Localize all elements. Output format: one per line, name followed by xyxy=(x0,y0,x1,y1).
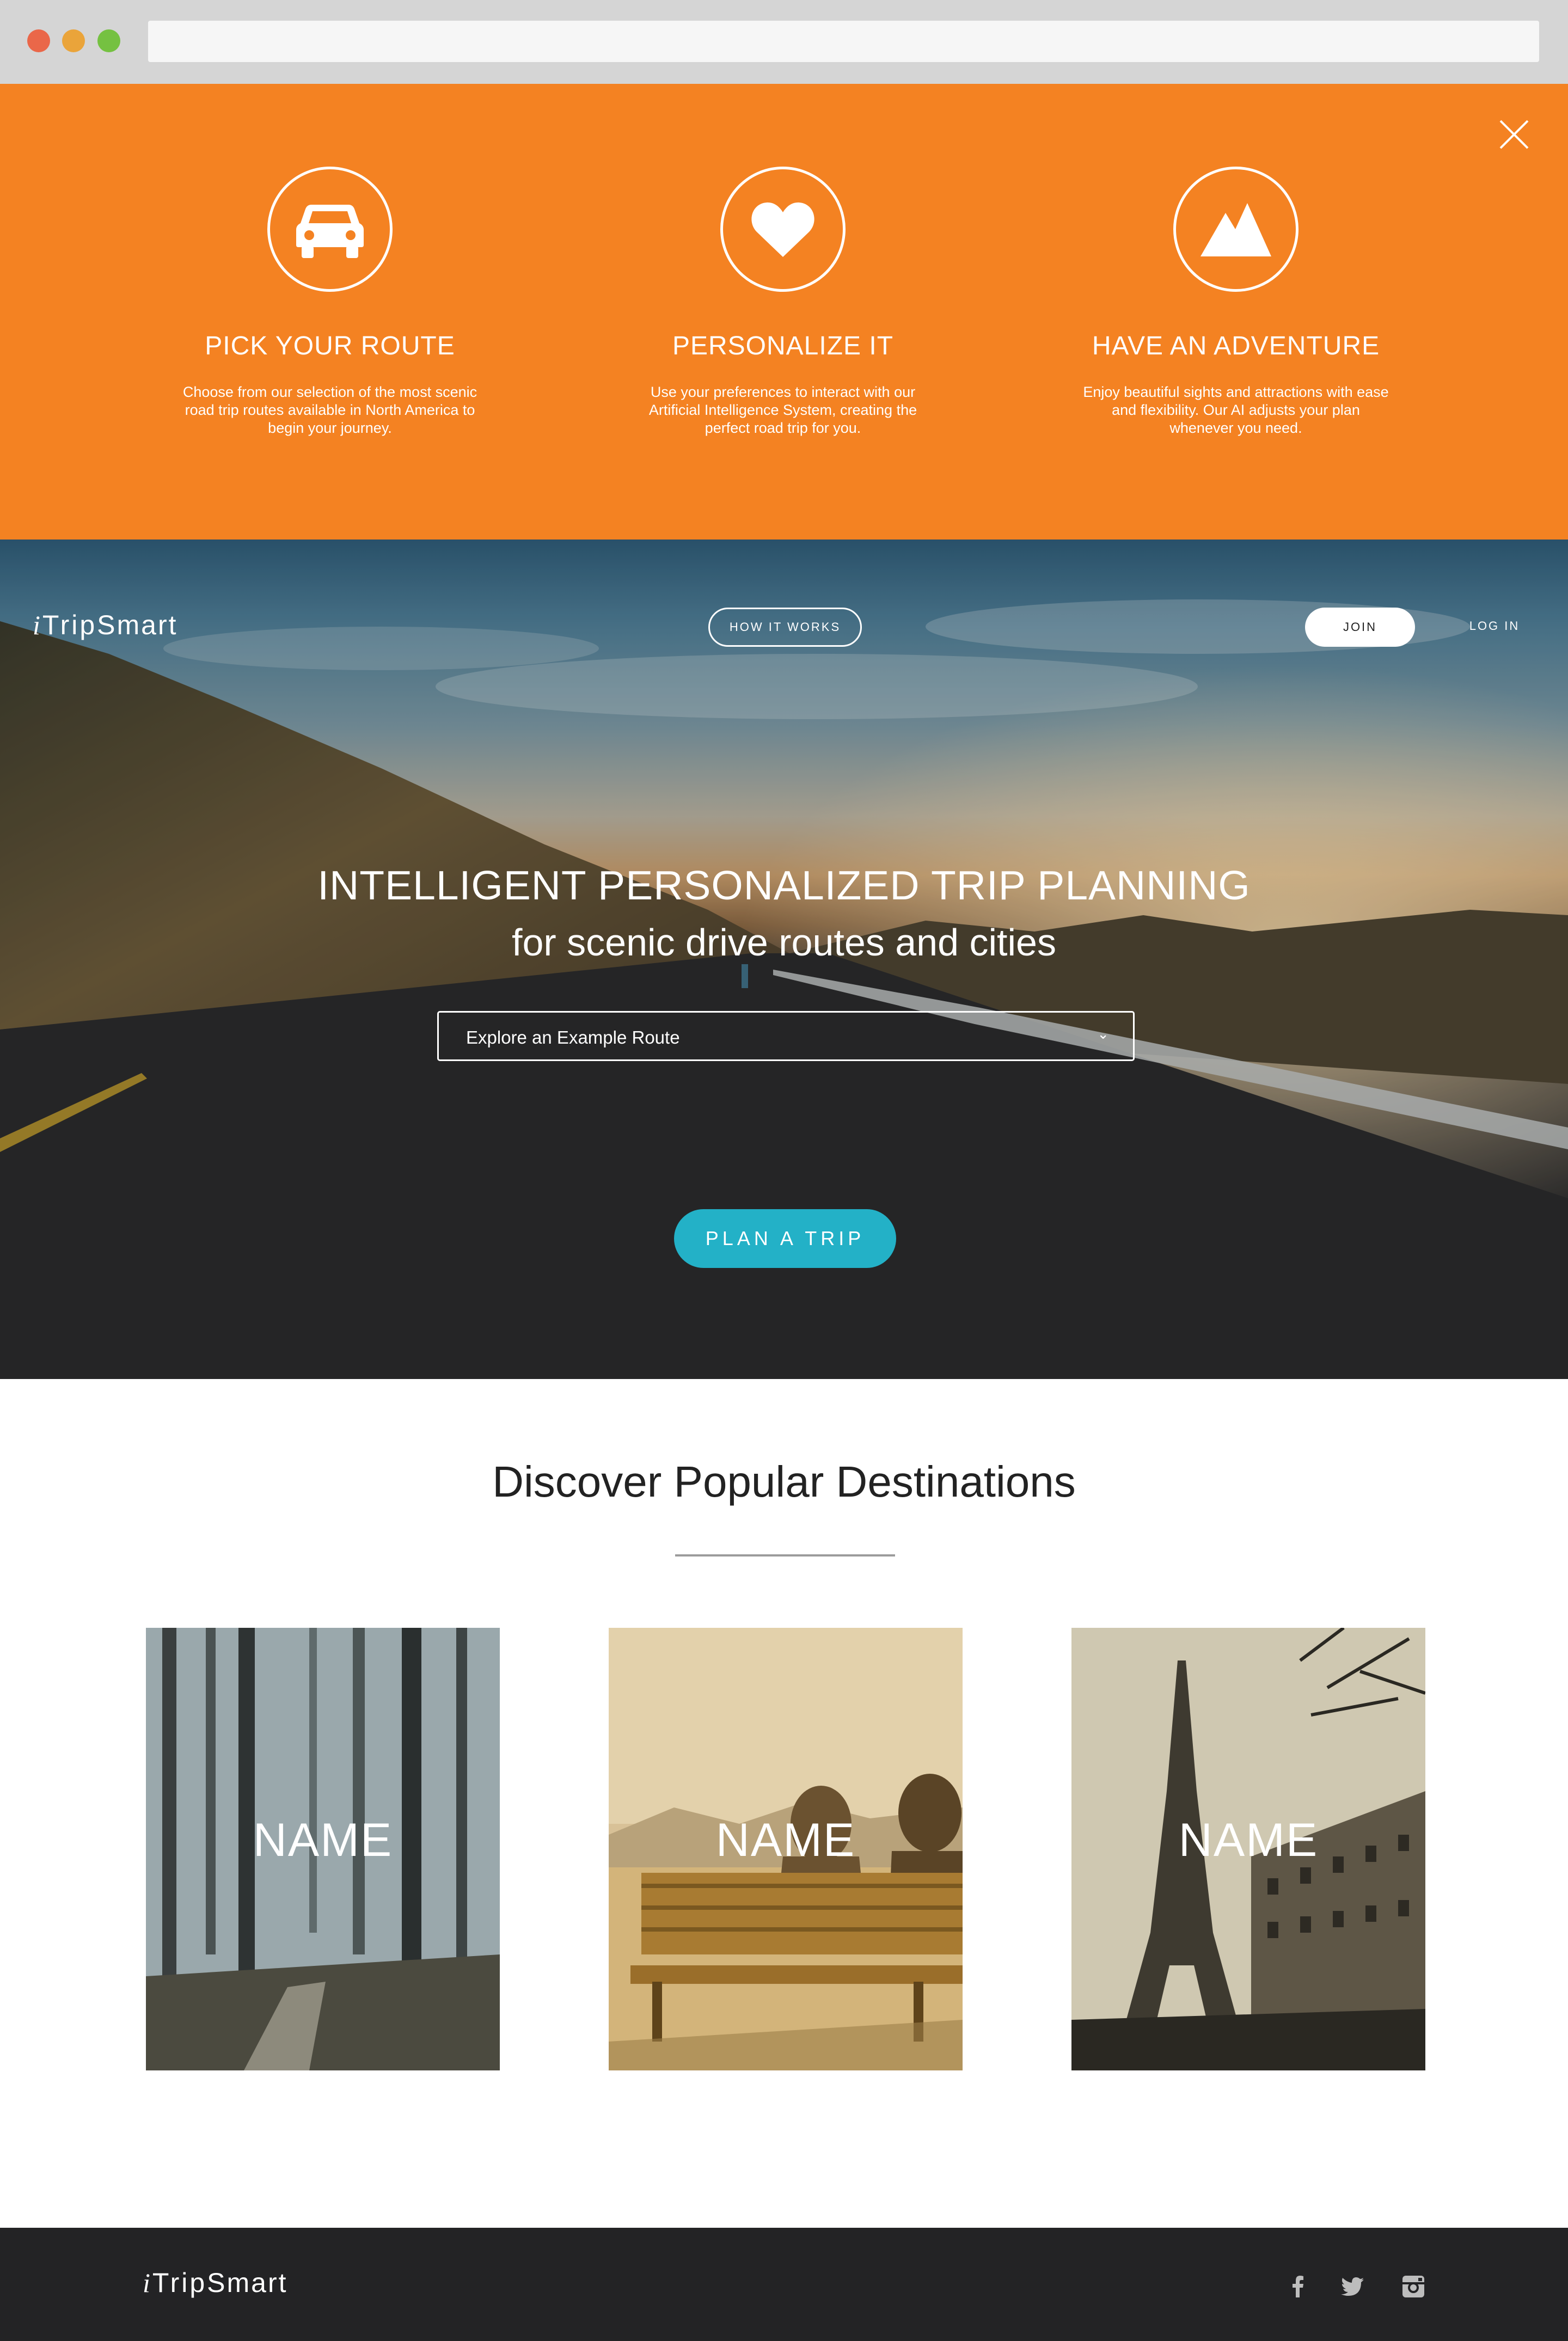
site-footer: iTripSmart xyxy=(0,2228,1568,2341)
how-it-works-button[interactable]: HOW IT WORKS xyxy=(708,608,862,647)
route-select-placeholder: Explore an Example Route xyxy=(466,1027,680,1047)
plan-a-trip-button[interactable]: PLAN A TRIP xyxy=(674,1209,896,1268)
heart-icon xyxy=(720,167,846,292)
facebook-icon[interactable] xyxy=(1282,2270,1314,2303)
feature-personalize: PERSONALIZE IT Use your preferences to i… xyxy=(609,167,957,437)
site-logo[interactable]: iTripSmart xyxy=(33,609,178,641)
feature-pick-route: PICK YOUR ROUTE Choose from our selectio… xyxy=(156,167,504,437)
destination-card[interactable]: NAME xyxy=(609,1628,963,2070)
feature-adventure: HAVE AN ADVENTURE Enjoy beautiful sights… xyxy=(1062,167,1410,437)
destination-name: NAME xyxy=(1178,1814,1319,1866)
destination-name: NAME xyxy=(715,1814,856,1866)
destinations-title: Discover Popular Destinations xyxy=(492,1457,1076,1506)
log-in-link[interactable]: LOG IN xyxy=(1454,619,1535,636)
hero-subtitle: for scenic drive routes and cities xyxy=(512,921,1056,964)
mountain-icon xyxy=(1173,167,1298,292)
hero-section: iTripSmart HOW IT WORKS JOIN LOG IN INTE… xyxy=(0,540,1568,1379)
example-route-select[interactable]: Explore an Example Route ⌄ xyxy=(437,1011,1135,1061)
destination-card[interactable]: NAME xyxy=(146,1628,500,2070)
join-button[interactable]: JOIN xyxy=(1305,608,1415,647)
feature-title: HAVE AN ADVENTURE xyxy=(1092,332,1380,360)
close-icon[interactable] xyxy=(1497,118,1531,151)
chevron-down-icon: ⌄ xyxy=(1097,1026,1109,1042)
hero-title: INTELLIGENT PERSONALIZED TRIP PLANNING xyxy=(317,862,1251,908)
maximize-window-button[interactable] xyxy=(97,29,120,52)
how-it-works-panel: PICK YOUR ROUTE Choose from our selectio… xyxy=(0,84,1568,540)
destination-name: NAME xyxy=(253,1814,393,1866)
browser-toolbar xyxy=(0,0,1568,84)
destination-card[interactable]: NAME xyxy=(1071,1628,1425,2070)
close-window-button[interactable] xyxy=(27,29,50,52)
feature-title: PERSONALIZE IT xyxy=(672,332,894,360)
feature-description: Enjoy beautiful sights and attractions w… xyxy=(1083,384,1389,436)
footer-logo[interactable]: iTripSmart xyxy=(143,2267,288,2299)
feature-description: Choose from our selection of the most sc… xyxy=(182,384,477,436)
twitter-icon[interactable] xyxy=(1336,2270,1369,2303)
feature-title: PICK YOUR ROUTE xyxy=(205,332,455,360)
instagram-icon[interactable] xyxy=(1397,2270,1430,2303)
minimize-window-button[interactable] xyxy=(62,29,85,52)
address-bar[interactable] xyxy=(148,21,1539,62)
car-icon xyxy=(267,167,393,292)
section-divider xyxy=(675,1554,895,1556)
feature-description: Use your preferences to interact with ou… xyxy=(648,384,917,436)
